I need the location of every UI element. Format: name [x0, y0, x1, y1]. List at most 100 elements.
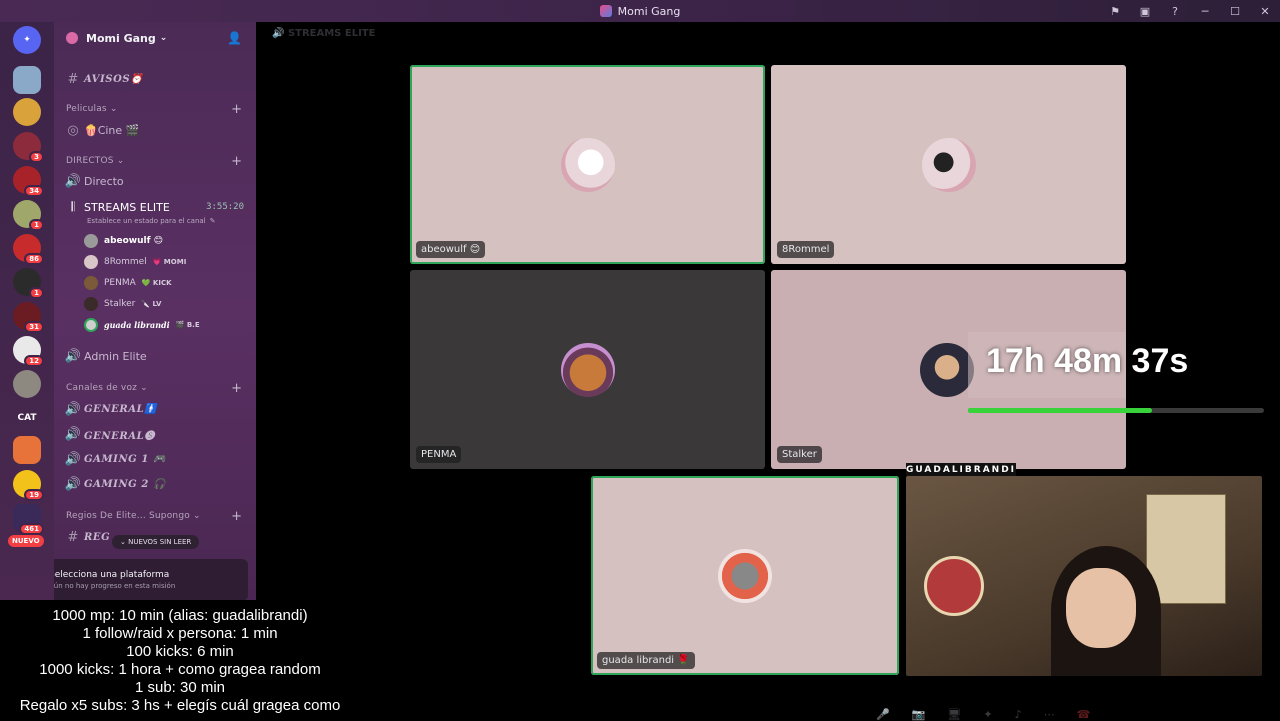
- channel-gaming-1[interactable]: 🔊 GAMING 1 🎮: [54, 450, 256, 468]
- stage-icon: ◎: [67, 122, 79, 138]
- guild-icon[interactable]: 31: [13, 302, 44, 333]
- server-icon: [66, 32, 78, 44]
- guild-icon[interactable]: [13, 370, 41, 398]
- stream-text-overlay: 1000 mp: 10 min (alias: guadalibrandi) 1…: [0, 607, 360, 715]
- channel-label: AVISOS⏰: [84, 73, 144, 85]
- avatar: [560, 342, 615, 397]
- category-label: Regios De Elite... Supongo: [66, 511, 190, 521]
- voice-icon: 🔊: [272, 28, 288, 39]
- avatar: [84, 234, 98, 248]
- mission-subtitle: Aún no hay progreso en esta misión: [54, 582, 176, 590]
- minimize-button[interactable]: ─: [1190, 0, 1220, 22]
- channel-admin-elite[interactable]: 🔊 Admin Elite: [54, 347, 256, 365]
- voice-active-icon: 𝄃: [71, 199, 75, 215]
- avatar: [921, 137, 976, 192]
- guild-cat-label: CAT: [17, 413, 37, 423]
- category-peliculas[interactable]: Peliculas ⌄ +: [54, 102, 256, 117]
- add-channel-icon[interactable]: +: [231, 381, 242, 396]
- maximize-button[interactable]: ☐: [1220, 0, 1250, 22]
- poster-image: [1146, 494, 1226, 604]
- channel-cine[interactable]: ◎ 🍿Cine 🎬: [54, 121, 256, 139]
- voice-user-name: guada librandi: [104, 320, 170, 330]
- voice-user[interactable]: PENMA 💚 KICK: [84, 276, 172, 290]
- server-header[interactable]: Momi Gang ⌄ 👤: [54, 22, 256, 54]
- guild-icon[interactable]: [13, 98, 41, 126]
- add-member-icon[interactable]: 👤: [227, 31, 242, 45]
- guild-icon[interactable]: 1: [13, 200, 44, 231]
- channel-general-1[interactable]: 🔊 GENERAL🚹: [54, 400, 256, 418]
- avatar: [84, 318, 98, 332]
- channel-header: 🔊 STREAMS ELITE: [272, 28, 375, 39]
- category-label: Canales de voz: [66, 383, 138, 393]
- new-messages-badge[interactable]: NUEVO: [8, 535, 44, 547]
- guild-badge: 34: [24, 185, 44, 197]
- subathon-timer: 17h 48m 37s: [986, 342, 1189, 380]
- soundboard-icon[interactable]: ♪: [1015, 708, 1022, 721]
- category-regios[interactable]: Regios De Elite... Supongo ⌄ +: [54, 509, 256, 524]
- unread-jump-pill[interactable]: ⌄ NUEVOS SIN LEER: [112, 535, 200, 549]
- tile-name: guada librandi 🌹: [597, 652, 695, 669]
- add-channel-icon[interactable]: +: [231, 102, 242, 117]
- window-titlebar: Momi Gang ⚑ ▣ ? ─ ☐ ✕: [0, 0, 1280, 22]
- guild-icon[interactable]: 34: [13, 166, 44, 197]
- streamer-name-tag: GUADALIBRANDI: [906, 463, 1017, 476]
- channel-label: Directo: [84, 174, 124, 188]
- more-icon[interactable]: ⋯: [1044, 708, 1055, 721]
- channel-avisos[interactable]: # AVISOS⏰: [54, 70, 256, 88]
- speaker-icon: 🔊: [64, 426, 82, 442]
- channel-general-2[interactable]: 🔊 GENERAL🅢: [54, 425, 256, 443]
- video-tile-8rommel[interactable]: 8Rommel: [771, 65, 1126, 264]
- screenshare-icon[interactable]: 🖥: [947, 708, 961, 721]
- category-directos[interactable]: DIRECTOS ⌄ +: [54, 154, 256, 169]
- channel-status[interactable]: Establece un estado para el canal ✎: [54, 215, 256, 227]
- voice-user-name: Stalker: [104, 299, 136, 309]
- voice-user[interactable]: 8Rommel 💗 MOMI: [84, 255, 186, 269]
- disconnect-icon[interactable]: ☎: [1077, 708, 1091, 721]
- tile-name: PENMA: [416, 446, 462, 463]
- chevron-down-icon: ⌄: [140, 383, 148, 393]
- guild-cat-icon[interactable]: CAT: [13, 404, 41, 432]
- add-channel-icon[interactable]: +: [231, 154, 242, 169]
- channel-label: Admin Elite: [84, 349, 147, 363]
- guild-icon[interactable]: 1: [13, 268, 44, 299]
- add-channel-icon[interactable]: +: [231, 509, 242, 524]
- voice-timer: 3:55:20: [206, 202, 244, 212]
- window-icon[interactable]: ▣: [1130, 0, 1160, 22]
- mission-card[interactable]: Selecciona una plataforma Aún no hay pro…: [54, 559, 248, 600]
- guild-icon[interactable]: 19: [13, 470, 44, 501]
- help-icon[interactable]: ?: [1160, 0, 1190, 22]
- category-label: DIRECTOS: [66, 156, 114, 166]
- window-title: Momi Gang: [617, 4, 681, 18]
- video-tile-guada[interactable]: guada librandi 🌹: [591, 476, 899, 675]
- channel-label: GAMING 1 🎮: [84, 453, 167, 465]
- inbox-icon[interactable]: ⚑: [1100, 0, 1130, 22]
- video-tile-abeowulf[interactable]: abeowulf 😊: [410, 65, 765, 264]
- mic-icon[interactable]: 🎤: [876, 708, 890, 721]
- guild-icon[interactable]: [13, 66, 41, 94]
- guild-icon[interactable]: 3: [13, 132, 44, 163]
- category-voz[interactable]: Canales de voz ⌄ +: [54, 381, 256, 396]
- channel-label: STREAMS ELITE: [84, 200, 170, 214]
- channel-streams-elite[interactable]: 𝄃 STREAMS ELITE 3:55:20: [54, 198, 256, 216]
- guild-icon[interactable]: 86: [13, 234, 44, 265]
- voice-user[interactable]: guada librandi 🎬 B.E: [84, 318, 200, 332]
- guild-icon[interactable]: [13, 436, 41, 464]
- channel-directo[interactable]: 🔊 Directo: [54, 172, 256, 190]
- category-label: Peliculas: [66, 104, 107, 114]
- video-tile-penma[interactable]: PENMA: [410, 270, 765, 469]
- activities-icon[interactable]: ✦: [983, 708, 992, 721]
- avatar: [84, 255, 98, 269]
- voice-user[interactable]: Stalker 🔪 LV: [84, 297, 161, 311]
- voice-user-tag: 🎬 B.E: [175, 321, 200, 329]
- timer-progress-track: [968, 408, 1264, 413]
- channel-gaming-2[interactable]: 🔊 GAMING 2 🎧: [54, 475, 256, 493]
- guild-icon[interactable]: 12: [13, 336, 44, 367]
- speaker-icon: 🔊: [64, 451, 82, 467]
- guild-folder-icon[interactable]: 461: [13, 504, 44, 535]
- voice-user[interactable]: abeowulf 😊: [84, 234, 163, 248]
- camera-icon[interactable]: 📷: [912, 708, 926, 721]
- speaker-icon: 🔊: [64, 173, 82, 189]
- discord-home-icon[interactable]: ✦: [13, 26, 41, 54]
- close-button[interactable]: ✕: [1250, 0, 1280, 22]
- guild-badge: 1: [29, 287, 44, 299]
